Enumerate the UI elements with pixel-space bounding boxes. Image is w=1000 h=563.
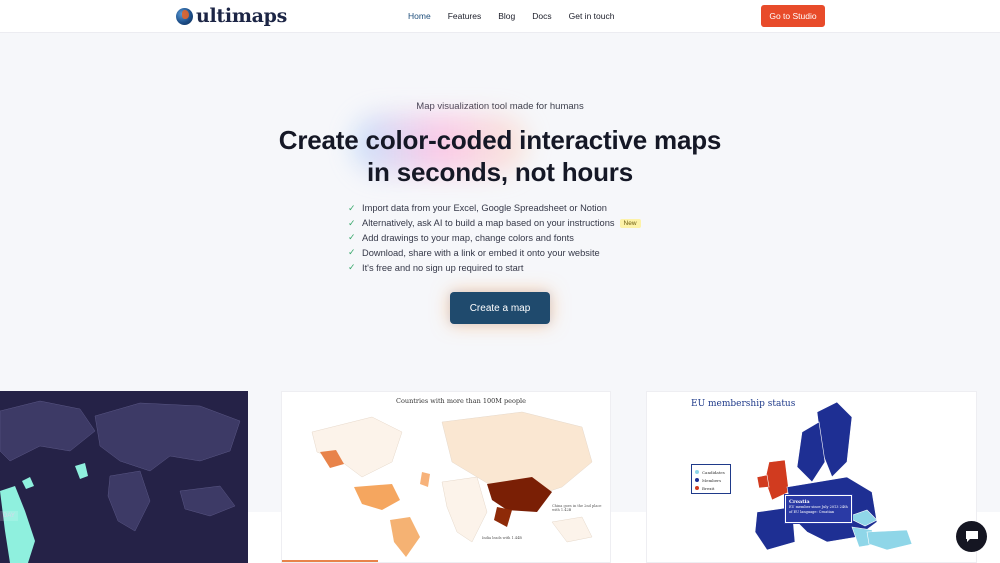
chat-button[interactable] <box>956 521 987 552</box>
chat-bubble-icon <box>965 531 978 542</box>
check-icon: ✓ <box>348 232 356 243</box>
go-to-studio-button[interactable]: Go to Studio <box>761 5 825 27</box>
feature-item: ✓ Add drawings to your map, change colors… <box>348 232 574 243</box>
india-note: India leads with 1.44B <box>482 536 522 540</box>
feature-item: ✓ Download, share with a link or embed it… <box>348 247 600 258</box>
nav-features[interactable]: Features <box>448 11 482 22</box>
legend-item: Brexit <box>695 484 727 492</box>
country-tooltip: Croatia EU member since July 2013 24th o… <box>784 494 853 524</box>
population-map-card[interactable]: Countries with more than 100M people Chi… <box>281 391 611 563</box>
china-note: China goes in the 2nd place with 1.42B <box>552 504 602 512</box>
dark-world-map <box>0 400 241 563</box>
dark-map-card[interactable]: DAY <box>0 391 248 563</box>
day-label: DAY <box>0 511 18 521</box>
nav-blog[interactable]: Blog <box>498 11 515 22</box>
globe-icon <box>176 7 193 25</box>
main-nav: Home Features Blog Docs Get in touch <box>408 11 631 22</box>
feature-list: ✓ Import data from your Excel, Google Spr… <box>348 201 641 275</box>
nav-get-in-touch[interactable]: Get in touch <box>569 11 615 22</box>
eu-legend: Candidates Members Brexit <box>691 464 731 494</box>
check-icon: ✓ <box>348 262 356 273</box>
nav-home[interactable]: Home <box>408 11 431 22</box>
eu-map-card[interactable]: EU membership status Candidates Members … <box>646 391 977 563</box>
site-header: ultimaps Home Features Blog Docs Get in … <box>0 0 1000 33</box>
hero-headline: Create color-coded interactive maps in s… <box>0 124 1000 188</box>
legend-swatch <box>695 470 699 474</box>
headline-line-2: in seconds, not hours <box>367 157 633 187</box>
headline-line-1: Create color-coded interactive maps <box>278 125 722 155</box>
logo[interactable]: ultimaps <box>176 6 287 26</box>
check-icon: ✓ <box>348 217 356 228</box>
feature-item: ✓ It's free and no sign up required to st… <box>348 262 524 273</box>
population-map-title: Countries with more than 100M people <box>396 397 526 405</box>
nav-docs[interactable]: Docs <box>532 11 551 22</box>
create-map-button[interactable]: Create a map <box>450 292 550 324</box>
feature-item: ✓ Alternatively, ask AI to build a map ba… <box>348 216 641 231</box>
legend-swatch <box>695 486 699 490</box>
legend-swatch <box>695 478 699 482</box>
tooltip-body: EU member since July 2013 24th of EU lan… <box>789 505 848 514</box>
hero-tagline: Map visualization tool made for humans <box>416 101 584 112</box>
check-icon: ✓ <box>348 202 356 213</box>
check-icon: ✓ <box>348 247 356 258</box>
population-world-map <box>282 411 593 562</box>
legend-item: Candidates <box>695 468 727 476</box>
new-badge: New <box>619 218 641 228</box>
eu-map-title: EU membership status <box>691 399 796 409</box>
logo-text: ultimaps <box>196 5 288 27</box>
feature-item: ✓ Import data from your Excel, Google Spr… <box>348 202 607 214</box>
legend-item: Members <box>695 476 727 484</box>
